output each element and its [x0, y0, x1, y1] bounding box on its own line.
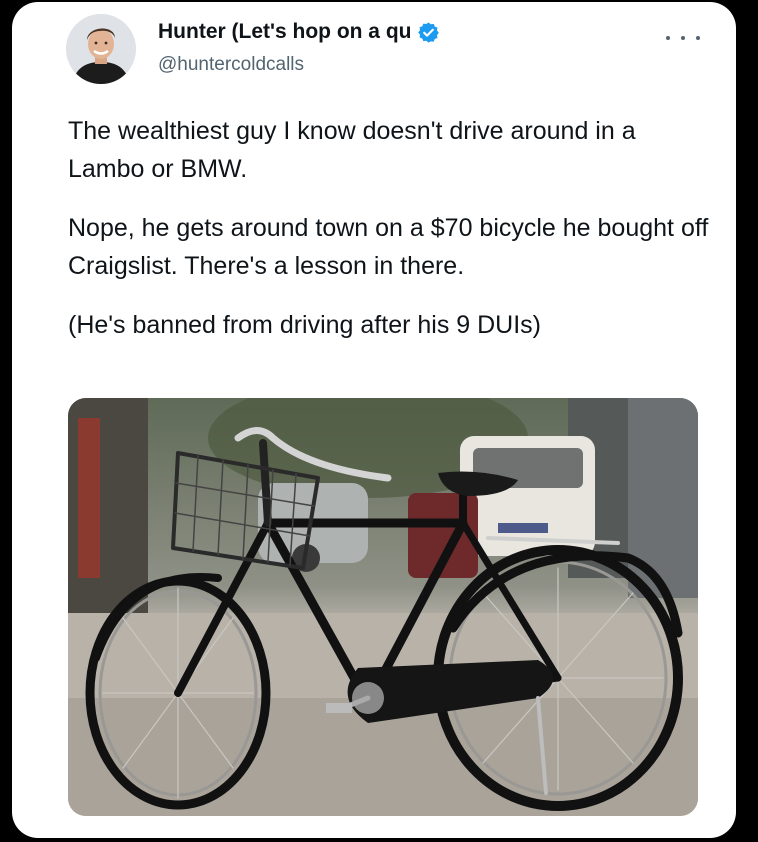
profile-photo-icon — [66, 14, 136, 84]
verified-badge-icon — [417, 21, 440, 44]
tweet-paragraph: Nope, he gets around town on a $70 bicyc… — [68, 214, 709, 280]
author-avatar[interactable] — [66, 14, 136, 84]
tweet-media-photo[interactable] — [68, 398, 698, 816]
author-name-row: Hunter (Let's hop on a qu — [158, 20, 440, 44]
author-display-name[interactable]: Hunter (Let's hop on a qu — [158, 20, 411, 44]
tweet-paragraph: (He's banned from driving after his 9 DU… — [68, 311, 542, 339]
tweet-paragraph: The wealthiest guy I know doesn't drive … — [68, 117, 636, 183]
more-options-icon[interactable] — [666, 28, 700, 48]
bicycle-photo-icon — [68, 398, 698, 816]
author-handle[interactable]: @huntercoldcalls — [158, 54, 304, 76]
tweet-text: The wealthiest guy I know doesn't drive … — [68, 112, 718, 365]
tweet-card: Hunter (Let's hop on a qu @huntercoldcal… — [12, 2, 736, 838]
